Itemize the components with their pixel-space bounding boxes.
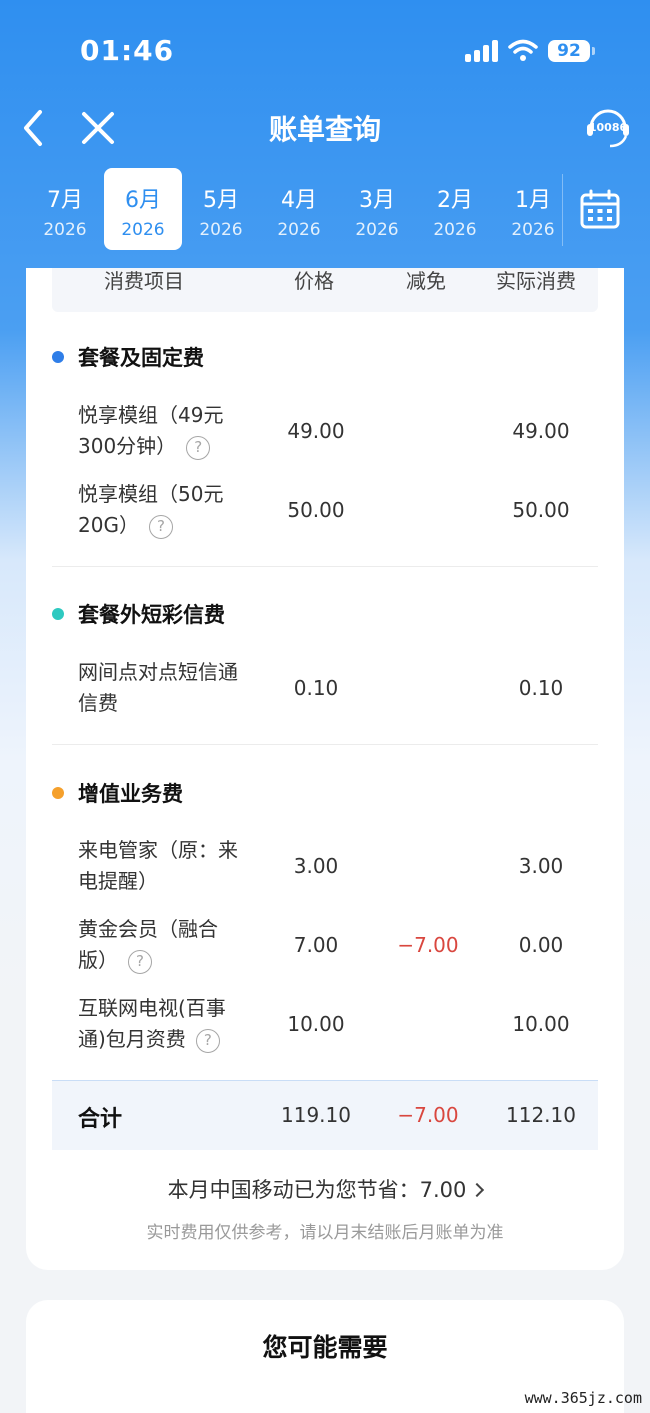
section-dot [52,787,64,799]
month-label: 1月 [515,188,551,213]
item-name: 悦享模组（49元 300分钟）? [78,400,258,462]
cellular-signal-icon [465,40,499,62]
year-label: 2026 [43,220,87,240]
wifi-icon [508,39,538,61]
item-actual: 50.00 [512,498,570,522]
item-price: 50.00 [287,498,345,522]
item-name-line2: 20G） [78,513,139,537]
header-actual: 实际消费 [496,269,576,293]
nav-bar: 账单查询 10086 [0,100,650,156]
header-item: 消费项目 [104,269,184,293]
month-tabs: 7月 2026 6月 2026 5月 2026 4月 2026 3月 2026 … [26,168,566,252]
savings-link[interactable]: 本月中国移动已为您节省：7.00 [26,1174,624,1204]
section-dot [52,608,64,620]
item-price: 7.00 [293,933,339,957]
item-name-line2: 信费 [78,691,118,715]
year-label: 2026 [199,220,243,240]
recommend-title: 您可能需要 [262,1333,388,1362]
page-title: 账单查询 [268,113,381,146]
item-actual: 0.00 [518,933,564,957]
month-label: 6月 [125,188,161,213]
table-header: 消费项目 价格 减免 实际消费 [52,268,598,312]
battery-indicator: 92 [548,40,590,62]
item-name: 网间点对点短信通 信费 [78,657,258,719]
item-name-line2: 300分钟） [78,434,177,458]
month-label: 7月 [47,188,83,213]
help-icon[interactable]: ? [186,435,211,460]
item-actual: 3.00 [518,854,564,878]
year-label: 2026 [121,220,165,240]
total-label: 合计 [78,1107,123,1132]
month-tab-apr[interactable]: 4月 2026 [260,168,338,250]
item-actual: 49.00 [512,419,570,443]
help-icon[interactable]: ? [195,1028,220,1053]
item-name: 互联网电视(百事 通)包月资费? [78,993,258,1055]
status-bar: 01:46 92 [0,0,650,100]
bill-card: 消费项目 价格 减免 实际消费 套餐及固定费 悦享模组（49元 300分钟）? … [26,268,624,1270]
calendar-icon[interactable] [578,188,622,232]
total-discount: −7.00 [397,1103,459,1127]
total-price: 119.10 [281,1103,351,1127]
item-name-line1: 悦享模组（50元 [78,482,224,506]
battery-tip [592,47,595,55]
item-price: 3.00 [293,854,339,878]
item-name: 悦享模组（50元 20G）? [78,479,258,541]
chevron-right-icon [470,1182,485,1198]
section-divider [52,566,598,567]
month-tab-jun[interactable]: 6月 2026 [104,168,182,250]
item-price: 0.10 [293,676,339,700]
month-tab-feb[interactable]: 2月 2026 [416,168,494,250]
item-actual: 10.00 [512,1012,570,1036]
header-price: 价格 [294,269,334,293]
month-tab-may[interactable]: 5月 2026 [182,168,260,250]
month-tab-jan[interactable]: 1月 2026 [494,168,572,250]
header-discount: 减免 [406,269,446,293]
item-name-line1: 黄金会员（融合 [78,917,218,941]
watermark: www.365jz.com [524,1389,642,1407]
help-icon[interactable]: ? [128,949,152,974]
help-icon[interactable]: ? [148,514,173,539]
section-divider [52,744,598,745]
tabs-divider [562,174,563,246]
status-time: 01:46 [80,34,175,67]
year-label: 2026 [511,220,555,240]
item-name-line2: 电提醒） [78,869,158,893]
item-name-line1: 来电管家（原：来 [78,838,238,862]
section-title: 增值业务费 [78,782,183,806]
year-label: 2026 [433,220,477,240]
customer-service-button[interactable]: 10086 [582,104,634,154]
section-dot [52,351,64,363]
year-label: 2026 [355,220,399,240]
month-label: 3月 [359,188,395,213]
item-name: 来电管家（原：来 电提醒） [78,835,258,897]
section-title: 套餐及固定费 [78,346,204,370]
month-tab-mar[interactable]: 3月 2026 [338,168,416,250]
total-actual: 112.10 [506,1103,576,1127]
item-actual: 0.10 [518,676,564,700]
item-discount: −7.00 [397,933,459,957]
hotline-number: 10086 [588,121,628,134]
item-name-line1: 悦享模组（49元 [78,403,224,427]
item-price: 10.00 [287,1012,345,1036]
section-title: 套餐外短彩信费 [78,603,225,627]
item-name-line1: 互联网电视(百事 [78,996,226,1020]
savings-text: 本月中国移动已为您节省：7.00 [167,1178,467,1202]
month-tab-jul[interactable]: 7月 2026 [26,168,104,250]
month-label: 4月 [281,188,317,213]
item-price: 49.00 [287,419,345,443]
item-name-line2: 通)包月资费 [78,1027,186,1051]
month-label: 5月 [203,188,239,213]
month-label: 2月 [437,188,473,213]
item-name-line1: 网间点对点短信通 [78,660,238,684]
total-row: 合计 119.10 −7.00 112.10 [52,1080,598,1150]
disclaimer-note: 实时费用仅供参考，请以月末结账后月账单为准 [146,1223,504,1243]
year-label: 2026 [277,220,321,240]
item-name: 黄金会员（融合 版）? [78,914,258,976]
item-name-line2: 版） [78,948,118,972]
